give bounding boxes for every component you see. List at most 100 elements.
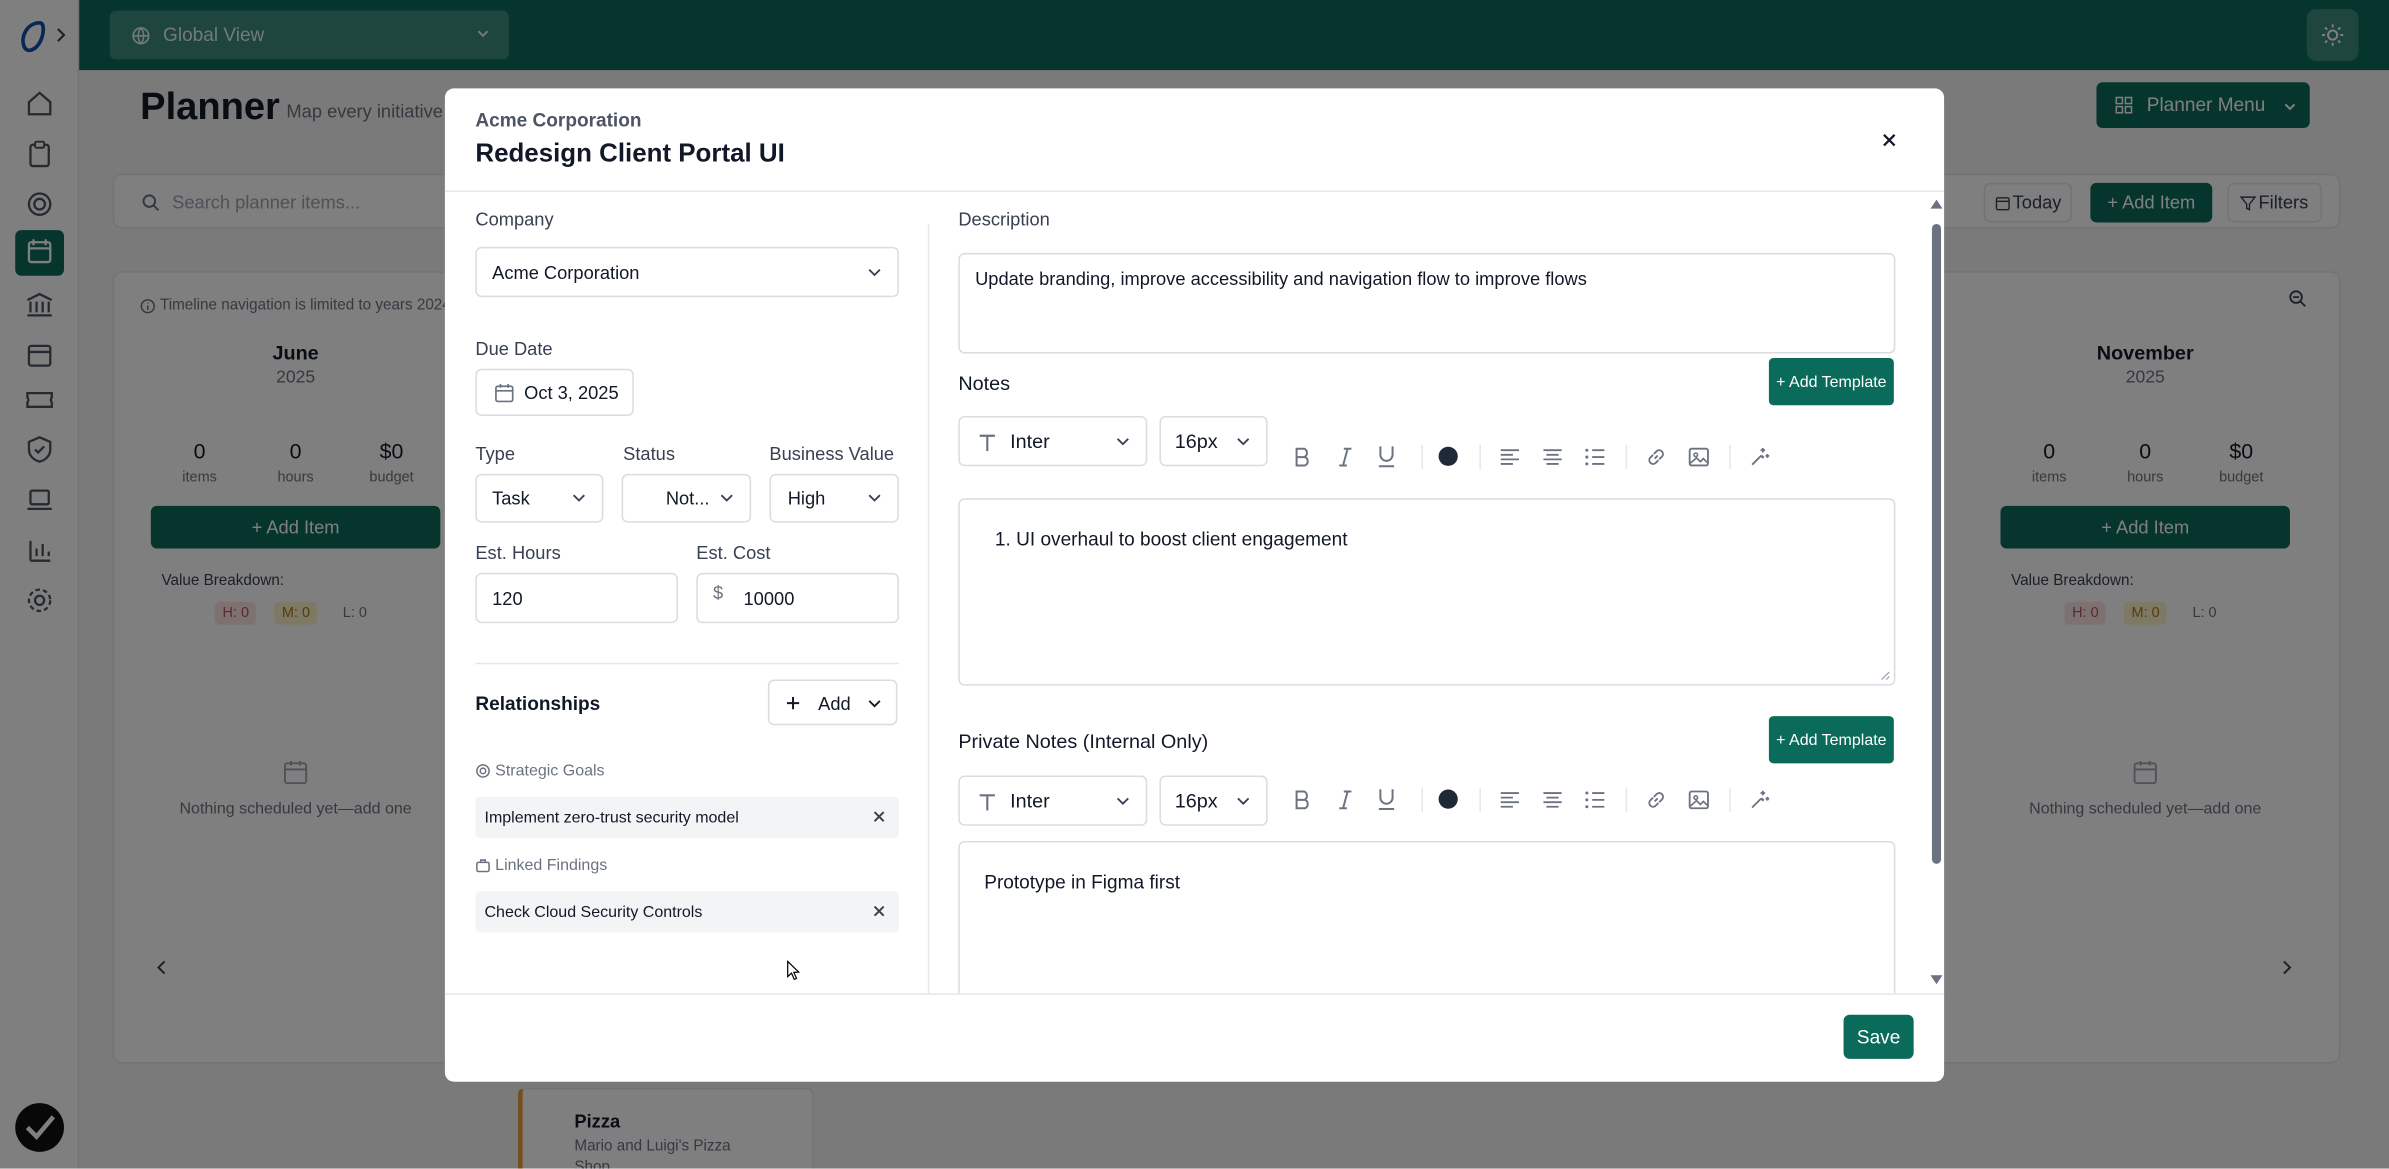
- add-relationship-button[interactable]: Add: [767, 679, 898, 726]
- chevron-down-icon: [1237, 438, 1250, 446]
- underline-icon[interactable]: [1377, 788, 1395, 811]
- private-notes-editor[interactable]: Prototype in Figma first: [958, 841, 1896, 994]
- business-value-label: Business Value: [769, 443, 895, 465]
- est-cost-label: Est. Cost: [696, 542, 771, 564]
- modal-header: Acme Corporation Redesign Client Portal …: [444, 88, 1945, 192]
- modal-title: Redesign Client Portal UI: [475, 138, 785, 168]
- align-center-icon[interactable]: [1542, 791, 1563, 809]
- type-label: Type: [475, 443, 516, 465]
- private-notes-label: Private Notes (Internal Only): [958, 729, 1209, 753]
- underline-icon[interactable]: [1377, 445, 1395, 468]
- text-font-icon: [979, 434, 995, 451]
- toolbar-divider: [1479, 787, 1481, 813]
- bullet-list-icon[interactable]: [1585, 448, 1606, 466]
- text-color-icon[interactable]: [1438, 446, 1458, 466]
- bold-icon[interactable]: [1294, 789, 1312, 810]
- modal-footer: Save: [444, 993, 1945, 1081]
- due-date-picker[interactable]: Oct 3, 2025: [475, 368, 634, 416]
- image-icon[interactable]: [1688, 446, 1709, 467]
- font-value: Inter: [1010, 789, 1050, 813]
- notes-editor[interactable]: 1. UI overhaul to boost client engagemen…: [958, 498, 1896, 686]
- divider: [475, 662, 899, 665]
- description-textarea[interactable]: Update branding, improve accessibility a…: [958, 252, 1896, 354]
- company-select[interactable]: Acme Corporation: [475, 246, 899, 298]
- column-divider: [927, 223, 930, 994]
- strategic-goals-heading: Strategic Goals: [475, 762, 605, 780]
- modal-scrollbar[interactable]: [1929, 193, 1944, 993]
- strategic-goal-item: Implement zero-trust security model: [475, 796, 899, 838]
- status-label: Status: [623, 443, 676, 465]
- calendar-icon: [495, 383, 514, 403]
- relationships-heading: Relationships: [475, 693, 601, 715]
- remove-icon[interactable]: [871, 903, 886, 918]
- toolbar-divider: [1729, 787, 1731, 813]
- italic-icon[interactable]: [1338, 789, 1353, 810]
- toolbar-divider: [1479, 444, 1481, 470]
- font-value: Inter: [1010, 429, 1050, 453]
- modal-company-name: Acme Corporation: [475, 109, 642, 132]
- type-select[interactable]: Task: [475, 473, 604, 523]
- company-label: Company: [475, 208, 554, 231]
- finding-text: Check Cloud Security Controls: [484, 902, 703, 922]
- goal-text: Implement zero-trust security model: [484, 808, 739, 827]
- company-value: Acme Corporation: [492, 261, 640, 283]
- chevron-down-icon: [868, 268, 881, 276]
- save-button[interactable]: Save: [1843, 1014, 1914, 1059]
- bullet-list-icon[interactable]: [1585, 791, 1606, 809]
- text-color-icon[interactable]: [1438, 789, 1458, 809]
- add-label: Add: [818, 693, 851, 715]
- type-value: Task: [492, 487, 530, 509]
- chevron-down-icon: [572, 494, 585, 502]
- scrollbar-thumb[interactable]: [1931, 223, 1942, 864]
- est-cost-input[interactable]: $ 10000: [696, 572, 899, 624]
- due-date-label: Due Date: [475, 338, 553, 360]
- est-cost-value: 10000: [743, 587, 795, 609]
- link-icon[interactable]: [1645, 789, 1666, 810]
- target-icon: [476, 764, 490, 778]
- mouse-cursor-icon: [786, 959, 800, 981]
- size-value: 16px: [1174, 429, 1218, 453]
- bold-icon[interactable]: [1294, 446, 1312, 467]
- est-hours-input[interactable]: 120: [475, 572, 679, 624]
- plus-icon: [786, 697, 800, 710]
- image-icon[interactable]: [1688, 789, 1709, 810]
- due-date-value: Oct 3, 2025: [524, 381, 619, 403]
- scroll-down-icon[interactable]: [1930, 975, 1943, 985]
- magic-wand-icon[interactable]: [1749, 788, 1772, 811]
- toolbar-divider: [1729, 444, 1731, 470]
- magic-wand-icon[interactable]: [1749, 445, 1772, 468]
- remove-icon[interactable]: [871, 809, 886, 824]
- business-value-select[interactable]: High: [769, 473, 899, 523]
- screen: Global View Planner Map every initiative…: [0, 0, 2389, 1169]
- link-icon[interactable]: [1645, 446, 1666, 467]
- close-icon[interactable]: [1877, 128, 1901, 152]
- text-font-icon: [979, 794, 995, 811]
- align-left-icon[interactable]: [1499, 791, 1520, 809]
- chevron-down-icon: [868, 700, 881, 708]
- linked-findings-heading: Linked Findings: [475, 856, 608, 875]
- italic-icon[interactable]: [1338, 446, 1353, 467]
- toolbar-divider: [1421, 444, 1424, 470]
- chevron-down-icon: [868, 494, 881, 502]
- scroll-up-icon[interactable]: [1930, 199, 1943, 209]
- linked-finding-item: Check Cloud Security Controls: [475, 891, 899, 933]
- align-center-icon[interactable]: [1542, 448, 1563, 466]
- list-number: 1.: [994, 528, 1011, 551]
- status-select[interactable]: Not...: [621, 473, 752, 523]
- notes-font-select[interactable]: Inter: [958, 415, 1148, 467]
- linked-findings-label: Linked Findings: [495, 856, 608, 875]
- private-size-select[interactable]: 16px: [1159, 775, 1268, 826]
- chevron-down-icon: [1237, 797, 1250, 805]
- description-label: Description: [958, 208, 1050, 231]
- resize-handle-icon[interactable]: [1880, 670, 1891, 681]
- notes-add-template-button[interactable]: + Add Template: [1768, 358, 1894, 406]
- chevron-down-icon: [1116, 438, 1129, 446]
- est-hours-value: 120: [492, 587, 523, 609]
- chevron-down-icon: [1116, 797, 1129, 805]
- align-left-icon[interactable]: [1499, 448, 1520, 466]
- private-notes-text: Prototype in Figma first: [984, 871, 1181, 893]
- notes-size-select[interactable]: 16px: [1159, 415, 1268, 467]
- private-add-template-button[interactable]: + Add Template: [1768, 716, 1894, 764]
- notes-label: Notes: [958, 371, 1011, 395]
- private-font-select[interactable]: Inter: [958, 775, 1148, 826]
